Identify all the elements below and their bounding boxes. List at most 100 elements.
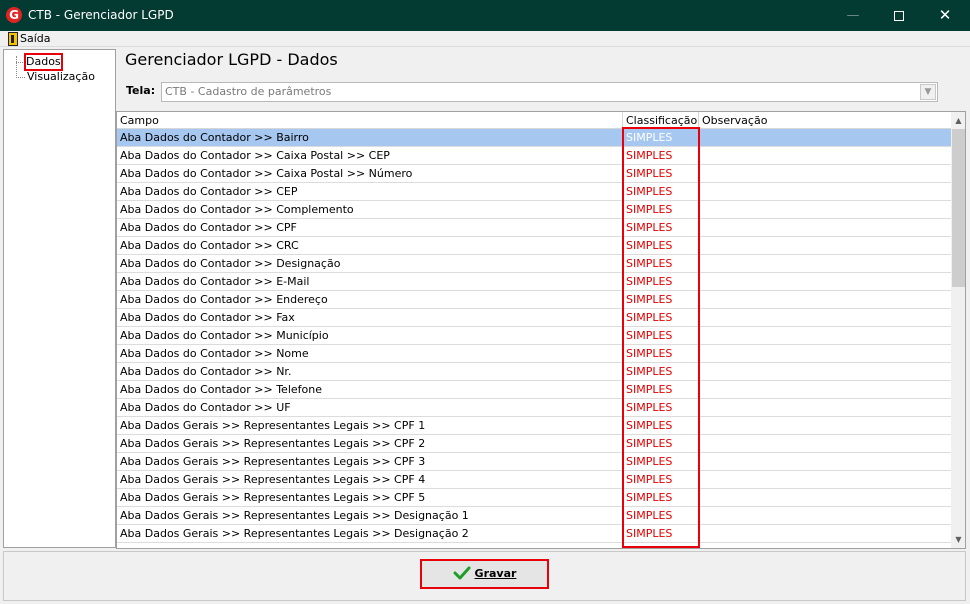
- maximize-button[interactable]: [876, 0, 922, 31]
- cell-observacao[interactable]: [699, 525, 951, 542]
- cell-observacao[interactable]: [699, 129, 951, 146]
- cell-classificacao[interactable]: SIMPLES: [623, 291, 699, 308]
- cell-observacao[interactable]: [699, 165, 951, 182]
- cell-classificacao[interactable]: SIMPLES: [623, 363, 699, 380]
- cell-classificacao[interactable]: SIMPLES: [623, 345, 699, 362]
- cell-campo[interactable]: Aba Dados do Contador >> Município: [117, 327, 623, 344]
- cell-observacao[interactable]: [699, 273, 951, 290]
- cell-observacao[interactable]: [699, 309, 951, 326]
- cell-classificacao[interactable]: SIMPLES: [623, 399, 699, 416]
- cell-campo[interactable]: Aba Dados Gerais >> Representantes Legai…: [117, 417, 623, 434]
- cell-classificacao[interactable]: SIMPLES: [623, 309, 699, 326]
- table-row[interactable]: Aba Dados do Contador >> Caixa Postal >>…: [117, 165, 951, 183]
- cell-observacao[interactable]: [699, 219, 951, 236]
- menu-item-saida[interactable]: Saída: [4, 31, 51, 47]
- table-row[interactable]: Aba Dados Gerais >> Representantes Legai…: [117, 489, 951, 507]
- cell-classificacao[interactable]: SIMPLES: [623, 489, 699, 506]
- column-header-observacao[interactable]: Observação: [699, 112, 951, 129]
- cell-classificacao[interactable]: SIMPLES: [623, 147, 699, 164]
- cell-campo[interactable]: Aba Dados do Contador >> UF: [117, 399, 623, 416]
- cell-observacao[interactable]: [699, 183, 951, 200]
- cell-campo[interactable]: Aba Dados do Contador >> CRC: [117, 237, 623, 254]
- table-row[interactable]: Aba Dados Gerais >> Representantes Legai…: [117, 471, 951, 489]
- scroll-down-icon[interactable]: ▼: [951, 531, 965, 548]
- table-row[interactable]: Aba Dados do Contador >> Complemento SIMP…: [117, 201, 951, 219]
- scroll-up-icon[interactable]: ▲: [951, 112, 965, 129]
- table-row[interactable]: Aba Dados do Contador >> Endereço SIMPLES: [117, 291, 951, 309]
- column-header-campo[interactable]: Campo: [117, 112, 623, 129]
- table-row[interactable]: Aba Dados Gerais >> Representantes Legai…: [117, 453, 951, 471]
- table-row[interactable]: Aba Dados do Contador >> Fax SIMPLES: [117, 309, 951, 327]
- tela-select[interactable]: CTB - Cadastro de parâmetros ▼: [161, 82, 938, 102]
- table-row[interactable]: Aba Dados Gerais >> Representantes Legai…: [117, 435, 951, 453]
- cell-campo[interactable]: Aba Dados do Contador >> Complemento: [117, 201, 623, 218]
- cell-classificacao[interactable]: SIMPLES: [623, 507, 699, 524]
- cell-classificacao[interactable]: SIMPLES: [623, 165, 699, 182]
- scrollbar-thumb[interactable]: [952, 129, 965, 287]
- cell-classificacao[interactable]: SIMPLES: [623, 273, 699, 290]
- cell-classificacao[interactable]: SIMPLES: [623, 183, 699, 200]
- table-row[interactable]: Aba Dados do Contador >> Município SIMPLE…: [117, 327, 951, 345]
- table-row[interactable]: Aba Dados do Contador >> Caixa Postal >>…: [117, 147, 951, 165]
- cell-observacao[interactable]: [699, 345, 951, 362]
- cell-observacao[interactable]: [699, 381, 951, 398]
- cell-observacao[interactable]: [699, 291, 951, 308]
- table-row[interactable]: Aba Dados Gerais >> Representantes Legai…: [117, 507, 951, 525]
- table-row[interactable]: Aba Dados do Contador >> UF SIMPLES: [117, 399, 951, 417]
- close-button[interactable]: ✕: [922, 0, 968, 31]
- cell-campo[interactable]: Aba Dados do Contador >> Designação: [117, 255, 623, 272]
- cell-observacao[interactable]: [699, 363, 951, 380]
- cell-observacao[interactable]: [699, 489, 951, 506]
- vertical-scrollbar[interactable]: ▲ ▼: [951, 112, 965, 548]
- tree-item-visualizacao[interactable]: Visualização: [27, 70, 95, 84]
- column-header-classificacao[interactable]: Classificação: [623, 112, 699, 129]
- cell-observacao[interactable]: [699, 417, 951, 434]
- cell-campo[interactable]: Aba Dados Gerais >> Representantes Legai…: [117, 489, 623, 506]
- table-row[interactable]: Aba Dados do Contador >> Telefone SIMPLES: [117, 381, 951, 399]
- cell-observacao[interactable]: [699, 201, 951, 218]
- cell-observacao[interactable]: [699, 399, 951, 416]
- cell-campo[interactable]: Aba Dados do Contador >> Nome: [117, 345, 623, 362]
- cell-observacao[interactable]: [699, 237, 951, 254]
- cell-classificacao[interactable]: SIMPLES: [623, 237, 699, 254]
- cell-campo[interactable]: Aba Dados do Contador >> Fax: [117, 309, 623, 326]
- cell-observacao[interactable]: [699, 327, 951, 344]
- table-row[interactable]: Aba Dados Gerais >> Representantes Legai…: [117, 525, 951, 543]
- cell-observacao[interactable]: [699, 471, 951, 488]
- cell-classificacao[interactable]: SIMPLES: [623, 525, 699, 542]
- cell-campo[interactable]: Aba Dados do Contador >> Caixa Postal >>…: [117, 165, 623, 182]
- cell-campo[interactable]: Aba Dados Gerais >> Representantes Legai…: [117, 453, 623, 470]
- cell-classificacao[interactable]: SIMPLES: [623, 255, 699, 272]
- cell-observacao[interactable]: [699, 255, 951, 272]
- cell-campo[interactable]: Aba Dados do Contador >> E-Mail: [117, 273, 623, 290]
- cell-classificacao[interactable]: SIMPLES: [623, 201, 699, 218]
- cell-campo[interactable]: Aba Dados Gerais >> Representantes Legai…: [117, 471, 623, 488]
- gravar-button[interactable]: Gravar: [420, 559, 549, 589]
- cell-campo[interactable]: Aba Dados do Contador >> Nr.: [117, 363, 623, 380]
- chevron-down-icon[interactable]: ▼: [920, 84, 936, 100]
- cell-observacao[interactable]: [699, 453, 951, 470]
- cell-classificacao[interactable]: SIMPLES: [623, 327, 699, 344]
- cell-campo[interactable]: Aba Dados do Contador >> Endereço: [117, 291, 623, 308]
- cell-classificacao[interactable]: SIMPLES: [623, 471, 699, 488]
- cell-classificacao[interactable]: SIMPLES: [623, 381, 699, 398]
- table-row[interactable]: Aba Dados do Contador >> CPF SIMPLES: [117, 219, 951, 237]
- table-row[interactable]: Aba Dados Gerais >> Representantes Legai…: [117, 417, 951, 435]
- cell-campo[interactable]: Aba Dados Gerais >> Representantes Legai…: [117, 507, 623, 524]
- table-row[interactable]: Aba Dados do Contador >> Designação SIMPL…: [117, 255, 951, 273]
- cell-campo[interactable]: Aba Dados do Contador >> CEP: [117, 183, 623, 200]
- table-row[interactable]: Aba Dados do Contador >> Nome SIMPLES: [117, 345, 951, 363]
- table-row[interactable]: Aba Dados do Contador >> Bairro SIMPLES: [117, 129, 951, 147]
- cell-classificacao[interactable]: SIMPLES: [623, 453, 699, 470]
- minimize-button[interactable]: —: [830, 0, 876, 31]
- table-row[interactable]: Aba Dados do Contador >> CEP SIMPLES: [117, 183, 951, 201]
- cell-campo[interactable]: Aba Dados do Contador >> CPF: [117, 219, 623, 236]
- tree-item-dados[interactable]: Dados: [24, 53, 63, 71]
- cell-classificacao[interactable]: SIMPLES: [623, 219, 699, 236]
- cell-campo[interactable]: Aba Dados do Contador >> Telefone: [117, 381, 623, 398]
- table-row[interactable]: Aba Dados do Contador >> CRC SIMPLES: [117, 237, 951, 255]
- cell-campo[interactable]: Aba Dados Gerais >> Representantes Legai…: [117, 435, 623, 452]
- cell-observacao[interactable]: [699, 507, 951, 524]
- table-row[interactable]: Aba Dados do Contador >> E-Mail SIMPLES: [117, 273, 951, 291]
- cell-campo[interactable]: Aba Dados Gerais >> Representantes Legai…: [117, 525, 623, 542]
